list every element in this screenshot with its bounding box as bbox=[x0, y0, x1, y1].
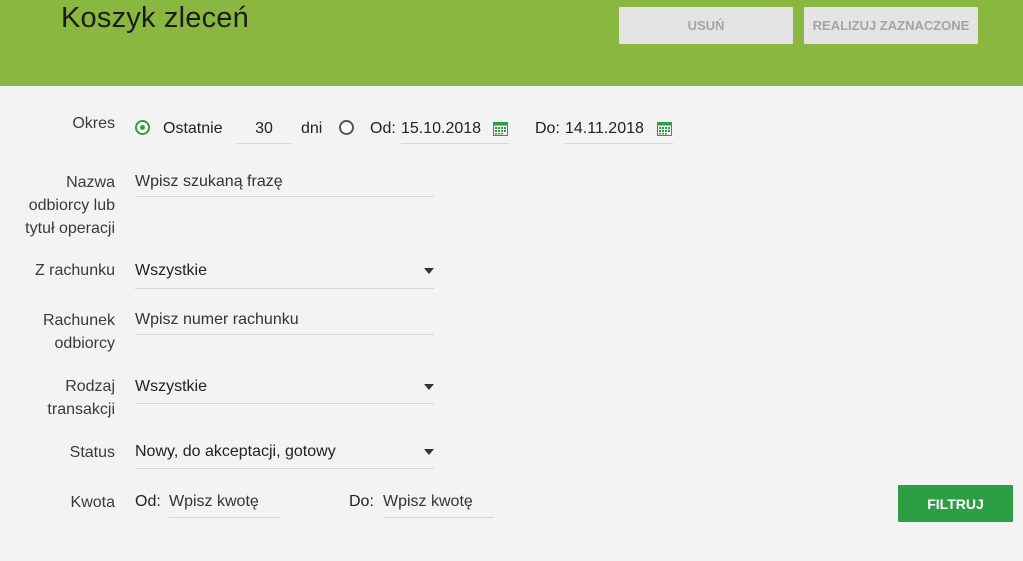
page-header: Koszyk zleceń USUŃ REALIZUJ ZAZNACZONE bbox=[0, 0, 1023, 86]
from-account-label: Z rachunku bbox=[34, 262, 115, 279]
recipient-search-input[interactable]: Wpisz szukaną frazę bbox=[135, 170, 434, 197]
calendar-icon[interactable] bbox=[493, 121, 508, 136]
amount-to-input[interactable]: Wpisz kwotę bbox=[383, 490, 494, 518]
chevron-down-icon bbox=[424, 449, 434, 455]
period-range-radio[interactable] bbox=[339, 120, 354, 135]
amount-from-placeholder: Wpisz kwotę bbox=[169, 493, 259, 510]
recipient-account-label-line: odbiorcy bbox=[54, 335, 115, 352]
recipient-account-placeholder: Wpisz numer rachunku bbox=[135, 311, 299, 328]
recipient-label-line: Nazwa bbox=[66, 174, 115, 191]
recipient-account-label: Rachunek odbiorcy bbox=[43, 309, 115, 355]
from-account-select[interactable]: Wszystkie bbox=[135, 259, 434, 289]
recipient-account-label-line: Rachunek bbox=[42, 312, 115, 329]
filter-button[interactable]: FILTRUJ bbox=[898, 485, 1013, 522]
page-title: Koszyk zleceń bbox=[61, 2, 249, 34]
period-days-input[interactable]: 30 bbox=[237, 117, 291, 144]
execute-selected-button[interactable]: REALIZUJ ZAZNACZONE bbox=[804, 7, 978, 44]
chevron-down-icon bbox=[424, 268, 434, 274]
period-from-label: Od: bbox=[370, 120, 396, 137]
from-account-value: Wszystkie bbox=[135, 262, 207, 279]
amount-label: Kwota bbox=[70, 494, 115, 511]
period-days-value: 30 bbox=[255, 120, 273, 137]
recipient-label-line: odbiorcy lub bbox=[28, 197, 115, 214]
period-label: Okres bbox=[72, 115, 115, 132]
recipient-label-line: tytuł operacji bbox=[25, 220, 115, 237]
transaction-type-value: Wszystkie bbox=[135, 378, 207, 395]
status-value: Nowy, do akceptacji, gotowy bbox=[135, 443, 336, 460]
transaction-type-label: Rodzaj transakcji bbox=[47, 375, 115, 421]
delete-button[interactable]: USUŃ bbox=[619, 7, 793, 44]
recipient-account-input[interactable]: Wpisz numer rachunku bbox=[135, 308, 434, 335]
amount-to-label: Do: bbox=[349, 493, 374, 510]
transaction-type-select[interactable]: Wszystkie bbox=[135, 375, 434, 404]
recipient-label: Nazwa odbiorcy lub tytuł operacji bbox=[25, 171, 115, 240]
period-days-label: dni bbox=[301, 120, 323, 137]
recipient-search-placeholder: Wpisz szukaną frazę bbox=[135, 173, 283, 190]
chevron-down-icon bbox=[424, 384, 434, 390]
period-from-date: 15.10.2018 bbox=[401, 120, 482, 137]
amount-to-placeholder: Wpisz kwotę bbox=[383, 493, 473, 510]
status-label: Status bbox=[69, 444, 115, 461]
transaction-type-label-line: Rodzaj bbox=[65, 378, 115, 395]
status-select[interactable]: Nowy, do akceptacji, gotowy bbox=[135, 440, 434, 469]
transaction-type-label-line: transakcji bbox=[47, 401, 115, 418]
period-last-label: Ostatnie bbox=[163, 120, 223, 137]
calendar-icon[interactable] bbox=[657, 121, 672, 136]
amount-from-input[interactable]: Wpisz kwotę bbox=[169, 490, 280, 518]
period-last-radio[interactable] bbox=[135, 120, 150, 135]
amount-from-label: Od: bbox=[135, 493, 161, 510]
period-to-label: Do: bbox=[535, 120, 560, 137]
period-to-date: 14.11.2018 bbox=[565, 120, 644, 137]
